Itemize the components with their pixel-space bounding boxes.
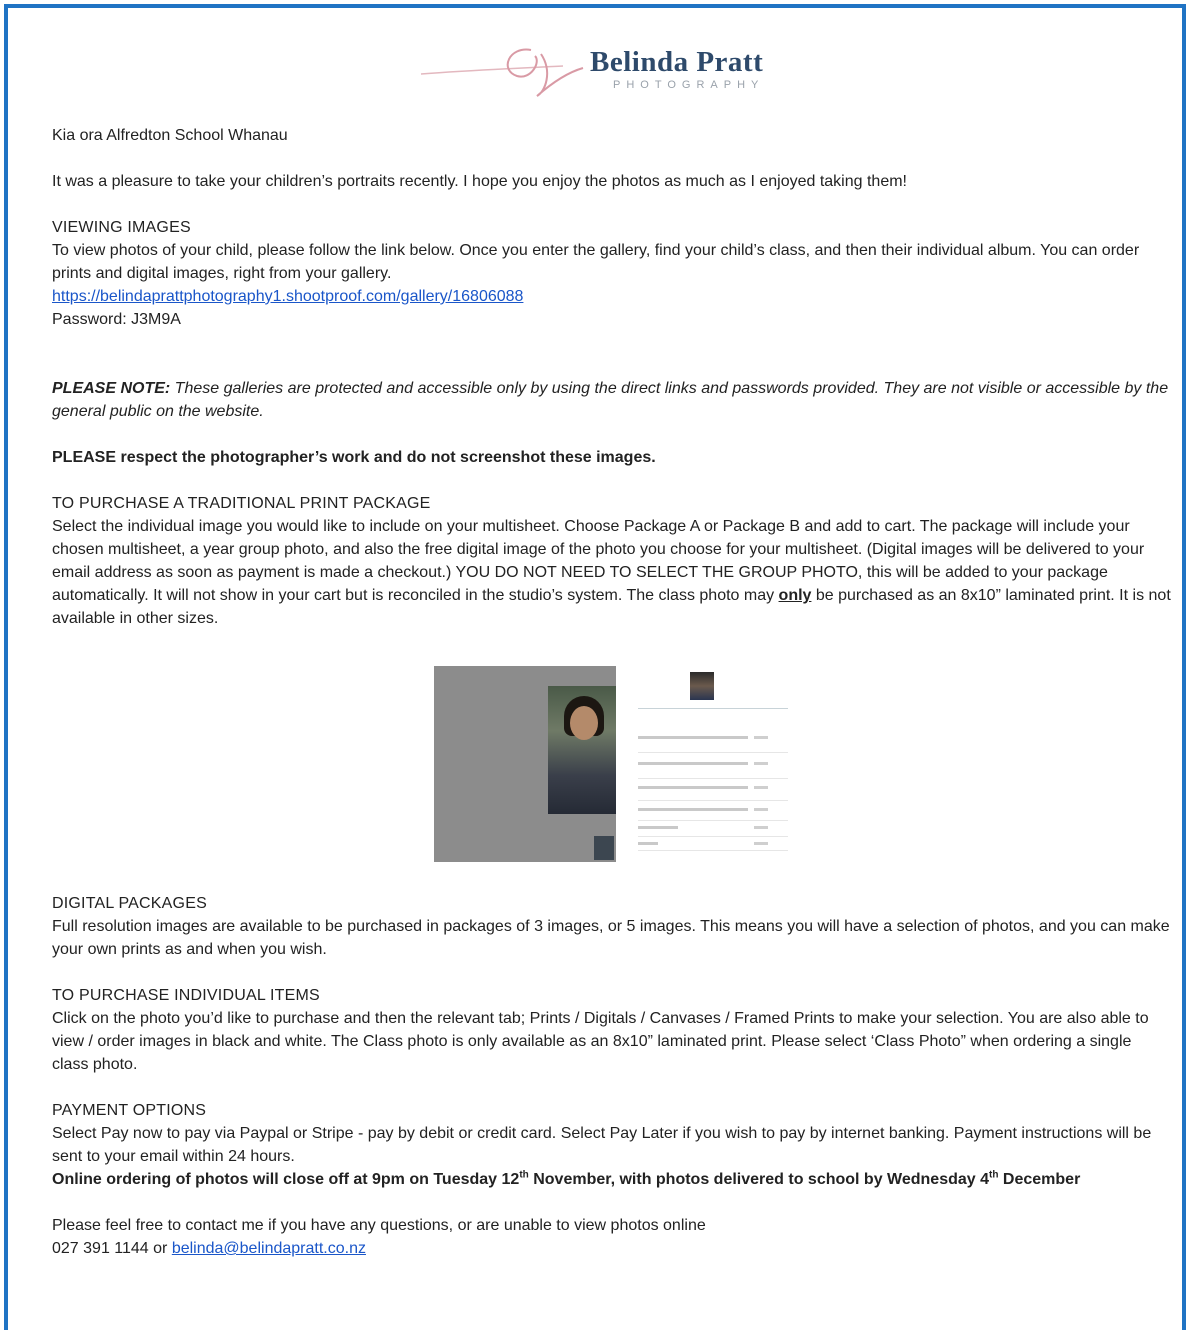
- contact-line: 027 391 1144 or belinda@belindapratt.co.…: [52, 1237, 1172, 1260]
- only-emphasis: only: [778, 587, 812, 604]
- student-avatar: [690, 672, 714, 700]
- closing-sup-1: th: [519, 1169, 529, 1181]
- gallery-link[interactable]: https://belindaprattphotography1.shootpr…: [52, 288, 523, 305]
- traditional-body: Select the individual image you would li…: [52, 515, 1172, 630]
- contact-phone: 027 391 1144 or: [52, 1240, 172, 1257]
- signature-icon: [420, 48, 584, 97]
- gallery-screenshot-image: [434, 666, 794, 862]
- gallery-preview-panel: [434, 666, 616, 862]
- student-portrait: [548, 686, 616, 814]
- letter-body: Kia ora Alfredton School Whanau It was a…: [52, 124, 1172, 1260]
- viewing-heading: VIEWING IMAGES: [52, 219, 191, 236]
- digital-body: Full resolution images are available to …: [52, 918, 1170, 958]
- respect-notice: PLEASE respect the photographer’s work a…: [52, 449, 656, 466]
- traditional-heading: TO PURCHASE A TRADITIONAL PRINT PACKAGE: [52, 495, 431, 512]
- payment-body: Select Pay now to pay via Paypal or Stri…: [52, 1125, 1152, 1165]
- logo-subtitle: PHOTOGRAPHY: [613, 79, 765, 91]
- contact-email-link[interactable]: belinda@belindapratt.co.nz: [172, 1240, 366, 1257]
- greeting: Kia ora Alfredton School Whanau: [52, 127, 288, 144]
- please-note: PLEASE NOTE: These galleries are protect…: [52, 377, 1172, 423]
- closing-text-c: December: [998, 1171, 1081, 1188]
- please-note-label: PLEASE NOTE:: [52, 380, 171, 397]
- intro-text: It was a pleasure to take your children’…: [52, 173, 907, 190]
- portrait-thumbnail: [594, 836, 614, 860]
- document-frame: Belinda Pratt PHOTOGRAPHY Kia ora Alfred…: [4, 4, 1186, 1330]
- closing-text-a: Online ordering of photos will close off…: [52, 1171, 520, 1188]
- closing-date-notice: Online ordering of photos will close off…: [52, 1168, 1172, 1191]
- contact-text: Please feel free to contact me if you ha…: [52, 1217, 706, 1234]
- individual-body: Click on the photo you’d like to purchas…: [52, 1010, 1149, 1073]
- please-note-text: These galleries are protected and access…: [52, 380, 1169, 420]
- logo-name: Belinda Pratt: [590, 46, 764, 78]
- closing-text-b: November, with photos delivered to schoo…: [528, 1171, 990, 1188]
- package-list-panel: [624, 666, 794, 862]
- individual-heading: TO PURCHASE INDIVIDUAL ITEMS: [52, 987, 320, 1004]
- viewing-body: To view photos of your child, please fol…: [52, 242, 1140, 282]
- belinda-pratt-logo: Belinda Pratt PHOTOGRAPHY: [413, 32, 813, 112]
- gallery-password: Password: J3M9A: [52, 311, 181, 328]
- payment-heading: PAYMENT OPTIONS: [52, 1102, 207, 1119]
- digital-heading: DIGITAL PACKAGES: [52, 895, 207, 912]
